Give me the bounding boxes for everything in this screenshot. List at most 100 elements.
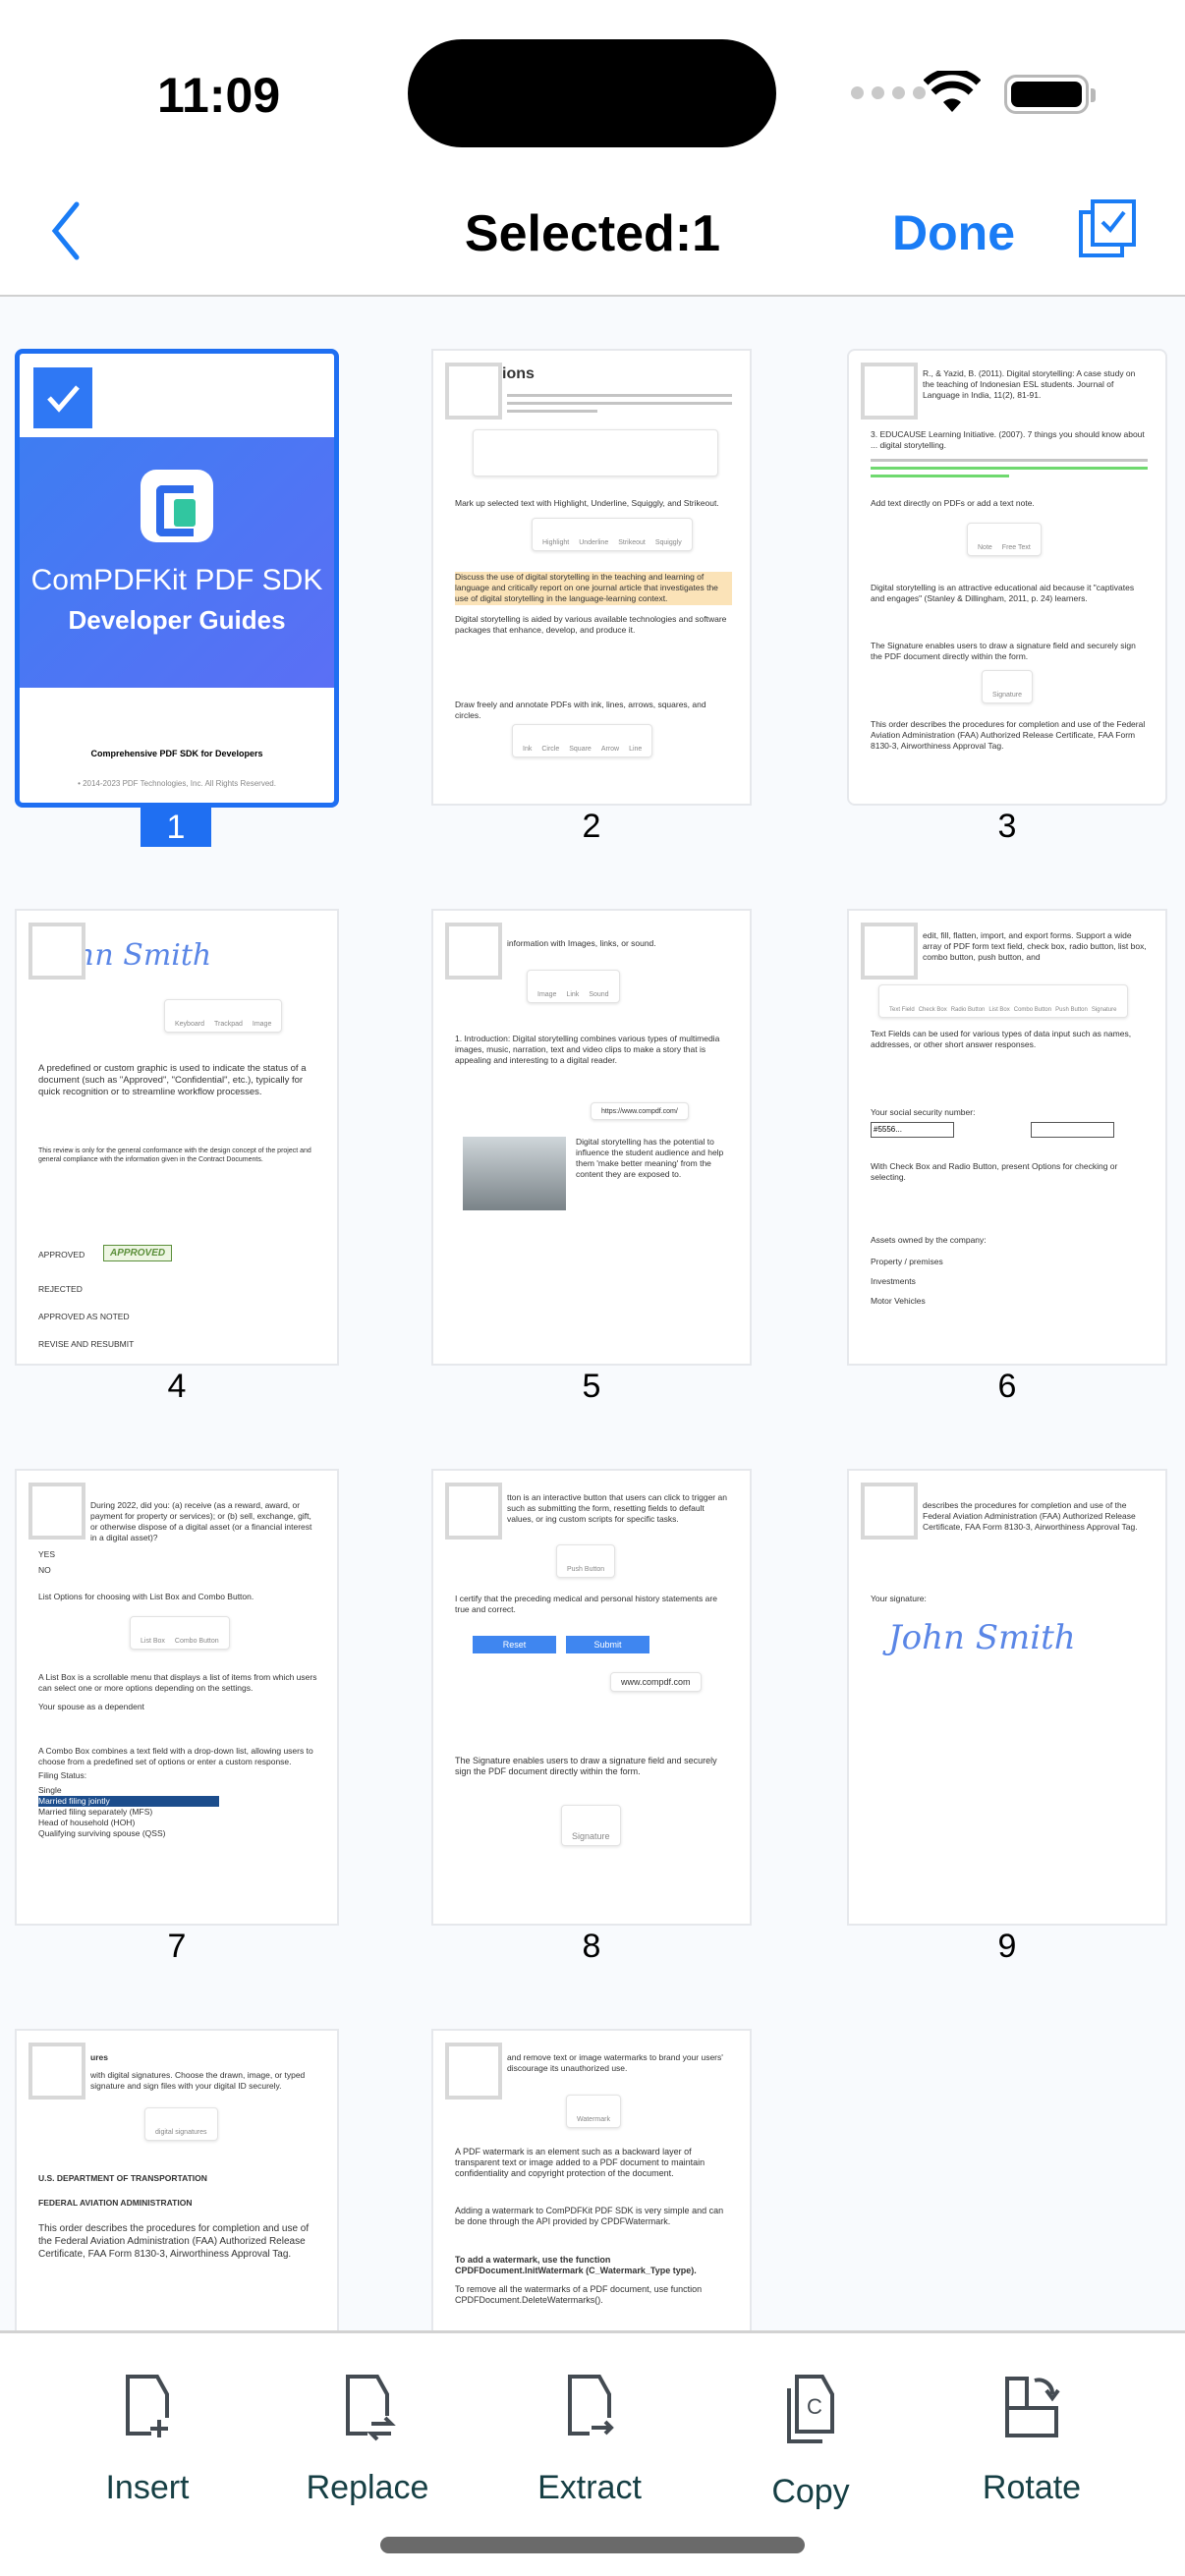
- tool-label: Link: [566, 991, 580, 998]
- done-button[interactable]: Done: [892, 204, 1015, 261]
- replace-button[interactable]: Replace: [269, 2373, 466, 2507]
- tool-label: Circle: [541, 746, 560, 753]
- list-toolbar-preview: List Box Combo Button: [130, 1616, 230, 1650]
- page-number-2: 2: [582, 808, 601, 845]
- checkbox[interactable]: [28, 1483, 85, 1540]
- page-text: Adding a watermark to ComPDFKit PDF SDK …: [455, 2206, 724, 2226]
- page-text: 1. Introduction: Digital storytelling co…: [455, 1034, 720, 1065]
- tool-label: Ink: [523, 746, 533, 753]
- checkbox[interactable]: [861, 923, 918, 980]
- signature-image: John Smith: [888, 1618, 1076, 1657]
- checkbox[interactable]: [445, 363, 502, 420]
- checkbox[interactable]: [861, 1483, 918, 1540]
- tool-label: Combo Button: [174, 1638, 219, 1645]
- link-preview: https://www.compdf.com/: [591, 1102, 689, 1120]
- page-text: Filing Status:: [38, 1770, 87, 1780]
- wifi-icon: [924, 71, 981, 112]
- tool-label: Sound: [589, 991, 609, 998]
- checkbox[interactable]: [28, 923, 85, 980]
- media-toolbar-preview: Image Link Sound: [527, 970, 620, 1003]
- tool-label: List Box: [988, 1007, 1010, 1013]
- page-thumbnail-6[interactable]: edit, fill, flatten, import, and export …: [847, 909, 1167, 1366]
- checkbox-label: Motor Vehicles: [871, 1296, 926, 1306]
- page-heading: information with Images, links, or sound…: [507, 938, 656, 948]
- page-text: Text Fields can be used for various type…: [871, 1029, 1132, 1049]
- replace-page-icon: [346, 2375, 396, 2441]
- page-text: This review is only for the general conf…: [38, 1148, 311, 1163]
- select-all-icon[interactable]: [1077, 198, 1138, 259]
- cover-title: ComPDFKit PDF SDK: [30, 564, 323, 596]
- copy-label: Copy: [771, 2473, 850, 2510]
- form-toolbar-preview: Text Field Check Box Radio Button List Box C…: [878, 984, 1128, 1018]
- checkbox[interactable]: [445, 1483, 502, 1540]
- dynamic-island: [408, 39, 776, 147]
- signature-tool-preview: Signature: [982, 670, 1033, 703]
- checkbox[interactable]: [861, 363, 918, 420]
- page-heading: ures: [90, 2052, 108, 2062]
- home-indicator[interactable]: [380, 2537, 805, 2553]
- checkbox[interactable]: [445, 2043, 502, 2100]
- tool-label: digital signatures: [155, 2129, 207, 2136]
- list-option: Qualifying surviving spouse (QSS): [38, 1828, 166, 1838]
- page-number-5: 5: [582, 1368, 601, 1405]
- extract-label: Extract: [537, 2469, 642, 2506]
- copy-button[interactable]: C Copy: [712, 2373, 909, 2511]
- page-thumbnail-3[interactable]: R., & Yazid, B. (2011). Digital storytel…: [847, 349, 1167, 806]
- page-number-1: 1: [141, 808, 211, 847]
- checkbox[interactable]: [445, 923, 502, 980]
- page-thumbnail-8[interactable]: tton is an interactive button that users…: [431, 1469, 752, 1926]
- watermark-tool-preview: Watermark: [566, 2095, 621, 2128]
- approved-stamp: APPROVED: [103, 1245, 173, 1261]
- page-text: Digital storytelling has the potential t…: [576, 1137, 724, 1179]
- ssn-field-empty: [1031, 1122, 1114, 1138]
- page-thumbnail-7[interactable]: During 2022, did you: (a) receive (as a …: [15, 1469, 339, 1926]
- page-text: I certify that the preceding medical and…: [455, 1594, 717, 1614]
- rotate-button[interactable]: Rotate: [933, 2373, 1130, 2507]
- page-thumbnail-2[interactable]: ions Mark up selected text with Highligh…: [431, 349, 752, 806]
- page-thumbnail-1[interactable]: ComPDFKit PDF SDK Developer Guides Compr…: [15, 349, 339, 808]
- tool-label: Keyboard: [175, 1021, 204, 1028]
- page-thumbnail-grid[interactable]: ComPDFKit PDF SDK Developer Guides Compr…: [0, 297, 1185, 2330]
- tool-label: Trackpad: [213, 1021, 243, 1028]
- tool-label: Underline: [579, 539, 609, 546]
- page-text: with digital signatures. Choose the draw…: [90, 2070, 306, 2091]
- page-text: To add a watermark, use the function CPD…: [455, 2255, 697, 2275]
- extract-button[interactable]: Extract: [491, 2373, 688, 2507]
- cover-footer: Comprehensive PDF SDK for Developers: [90, 749, 263, 758]
- markup-toolbar-preview: Highlight Underline Strikeout Squiggly: [532, 518, 693, 551]
- page-number-9: 9: [997, 1928, 1017, 1965]
- page-text: R., & Yazid, B. (2011). Digital storytel…: [923, 368, 1136, 400]
- page-text: 3. EDUCAUSE Learning Initiative. (2007).…: [871, 429, 1145, 450]
- page-thumbnail-5[interactable]: information with Images, links, or sound…: [431, 909, 752, 1366]
- page-text: With Check Box and Radio Button, present…: [871, 1161, 1118, 1182]
- page-text: To remove all the watermarks of a PDF do…: [455, 2284, 703, 2305]
- list-option: Married filing separately (MFS): [38, 1807, 153, 1817]
- tool-label: Check Box: [918, 1007, 947, 1013]
- svg-text:C: C: [807, 2394, 822, 2419]
- reset-button-preview: Reset: [473, 1636, 556, 1653]
- tool-label: Radio Button: [950, 1007, 986, 1013]
- mountain-image: [463, 1137, 566, 1210]
- extract-page-icon: [568, 2375, 614, 2436]
- page-text: and remove text or image watermarks to b…: [507, 2052, 723, 2073]
- nav-bar: Selected:1 Done: [0, 177, 1185, 297]
- rotate-label: Rotate: [982, 2469, 1082, 2506]
- checkbox-label: Investments: [871, 1276, 916, 1286]
- checkbox-checked[interactable]: [33, 367, 92, 428]
- tool-label: Line: [629, 746, 643, 753]
- tool-label: Strikeout: [618, 539, 646, 546]
- tool-label: Combo Button: [1013, 1007, 1052, 1013]
- tool-label: Watermark: [577, 2116, 610, 2123]
- insert-label: Insert: [105, 2469, 190, 2506]
- page-heading: ions: [502, 365, 535, 382]
- highlighted-text: Discuss the use of digital storytelling …: [455, 572, 732, 605]
- page-thumbnail-10[interactable]: ures with digital signatures. Choose the…: [15, 2029, 339, 2330]
- page-thumbnail-9[interactable]: describes the procedures for completion …: [847, 1469, 1167, 1926]
- list-option: Head of household (HOH): [38, 1818, 136, 1827]
- tool-label: Image: [252, 1021, 272, 1028]
- insert-button[interactable]: Insert: [49, 2373, 246, 2507]
- tool-label: Signature: [992, 692, 1022, 699]
- checkbox[interactable]: [28, 2043, 85, 2100]
- page-thumbnail-4[interactable]: John Smith Keyboard Trackpad Image A prede…: [15, 909, 339, 1366]
- page-thumbnail-11[interactable]: and remove text or image watermarks to b…: [431, 2029, 752, 2330]
